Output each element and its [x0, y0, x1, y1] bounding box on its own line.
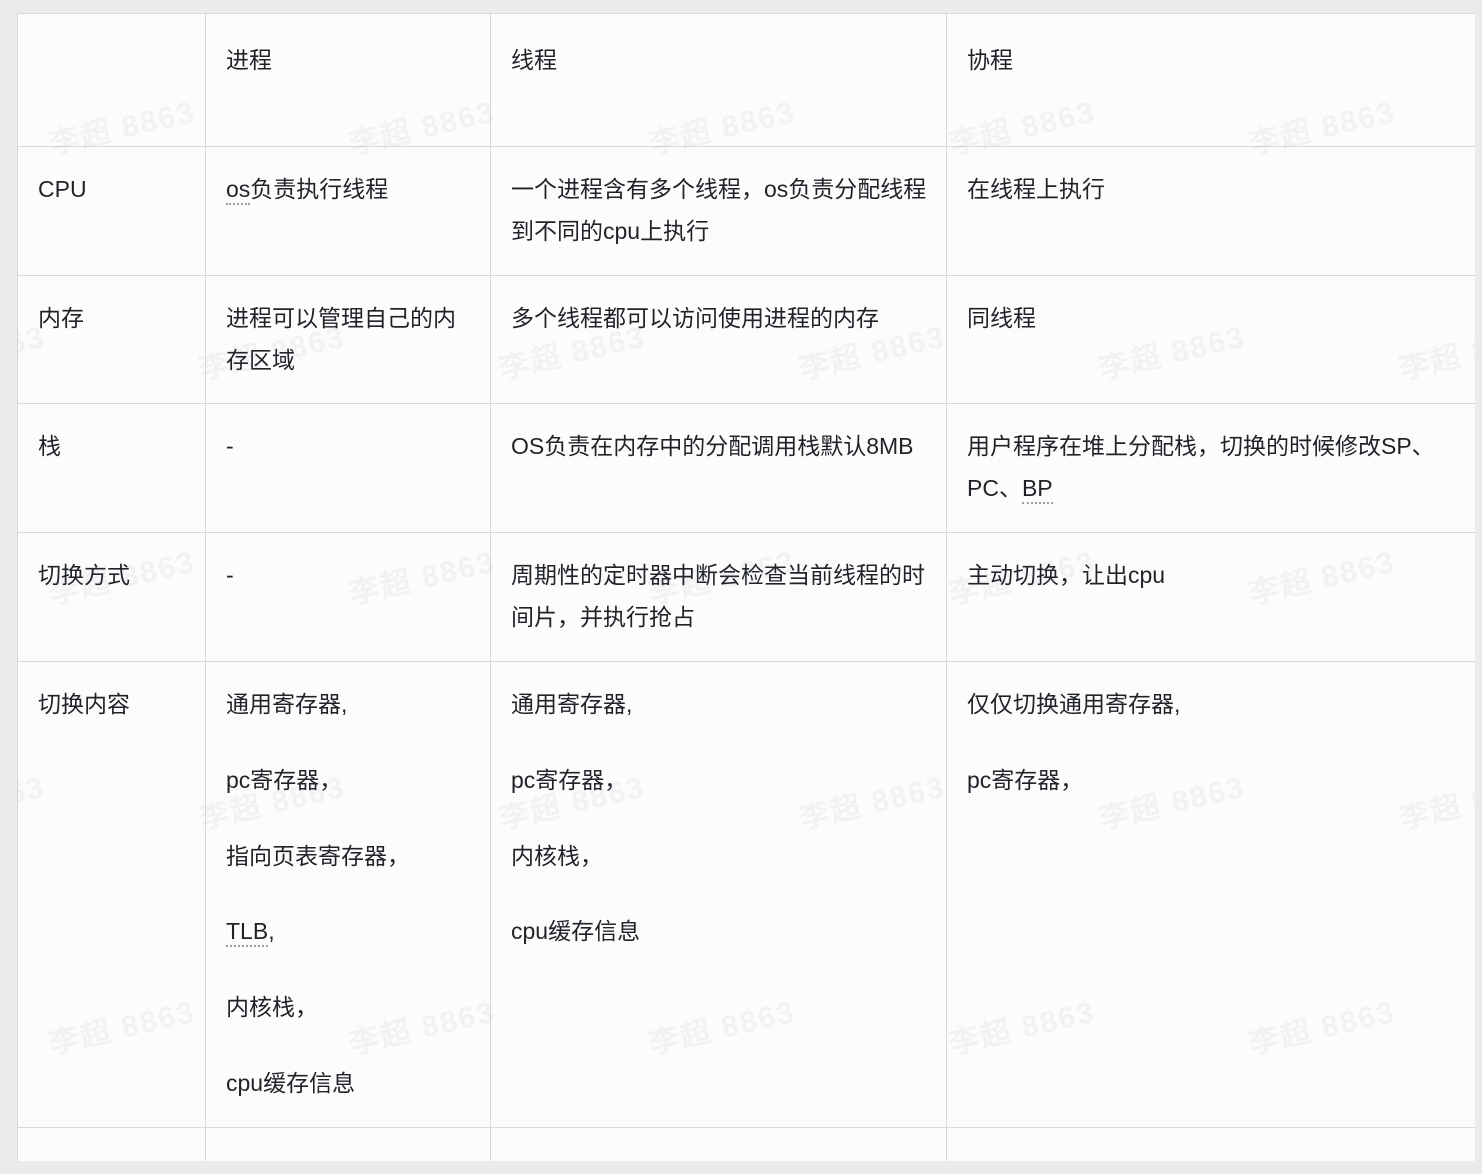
cell-line: 周期性的定时器中断会检查当前线程的时间片，并执行抢占 [511, 562, 925, 631]
cell-coroutine-3: 主动切换，让出cpu [946, 532, 1475, 662]
table-body: CPU os负责执行线程 一个进程含有多个线程，os负责分配线程到不同的cpu上执行… [17, 146, 1475, 1161]
cell-line: pc寄存器， [226, 766, 343, 793]
cell-line: cpu缓存信息 [226, 1070, 356, 1097]
cell-process-2: - [205, 403, 491, 534]
table-row: 切换内容 通用寄存器, pc寄存器， 指向页表寄存器， TLB, 内核栈， cpu缓存信息通… [17, 660, 1475, 1129]
document-sheet: 李超 8863李超 8863李超 8863李超 8863李超 8863李超 88… [17, 13, 1475, 1161]
cell-line: task_struct + 页表 [226, 1154, 472, 1161]
row-label-2: 栈 [17, 403, 206, 534]
cell-line: 一个进程含有多个线程，os负责分配线程到不同的cpu上执行 [511, 176, 927, 244]
cell-thread-4: 通用寄存器, pc寄存器， 内核栈， cpu缓存信息 [490, 660, 947, 1129]
cell-thread-1: 多个线程都可以访问使用进程的内存 [490, 274, 947, 405]
table-row: 栈 - OS负责在内存中的分配调用栈默认8MB 用户程序在堆上分配栈，切换的时候修改S… [17, 403, 1475, 534]
cell-thread-5: task_struct + 页表 [490, 1127, 947, 1161]
cell-process-0: os负责执行线程 [205, 146, 491, 276]
cell-process-4: 通用寄存器, pc寄存器， 指向页表寄存器， TLB, 内核栈， cpu缓存信息 [205, 660, 491, 1129]
cell-line: pc寄存器， [511, 766, 628, 793]
cell-line: - [226, 433, 234, 460]
header-cell-coroutine: 协程 [946, 13, 1475, 147]
cell-line: 多个线程都可以访问使用进程的内存 [511, 304, 879, 331]
cell-process-1: 进程可以管理自己的内存区域 [205, 274, 491, 405]
cell-coroutine-2: 用户程序在堆上分配栈，切换的时候修改SP、PC、BP [946, 403, 1475, 534]
cell-line: 主动切换，让出cpu [967, 562, 1166, 589]
cell-coroutine-0: 在线程上执行 [946, 146, 1475, 276]
row-label-4: 切换内容 [17, 660, 206, 1129]
cell-line: 仅仅切换通用寄存器, [967, 690, 1181, 717]
cell-coroutine-4: 仅仅切换通用寄存器, pc寄存器， [946, 660, 1475, 1129]
spellcheck-underline: TLB [226, 918, 269, 948]
cell-thread-2: OS负责在内存中的分配调用栈默认8MB [490, 403, 947, 534]
cell-line: OS负责在内存中的分配调用栈默认8MB [511, 433, 914, 460]
cell-line: TLB, [226, 911, 472, 953]
page-surface: 李超 8863李超 8863李超 8863李超 8863李超 8863李超 88… [0, 0, 1482, 1174]
table-row: 上下文 task_struct + 页表 task_struct + 页表 运行栈 +… [17, 1127, 1475, 1161]
cell-line: 进程可以管理自己的内存区域 [226, 304, 456, 373]
table-row: 切换方式 - 周期性的定时器中断会检查当前线程的时间片，并执行抢占 主动切换，让出cp… [17, 532, 1475, 662]
cell-coroutine-1: 同线程 [946, 274, 1475, 405]
cell-line: pc寄存器， [967, 766, 1084, 793]
cell-line: 用户程序在堆上分配栈，切换的时候修改SP、PC、BP [967, 426, 1457, 510]
row-label-3: 切换方式 [17, 532, 206, 662]
cell-line: 运行栈 + 寄存器的值 [967, 1154, 1457, 1161]
spellcheck-underline: os [226, 176, 251, 205]
cell-line: task_struct + 页表 [511, 1154, 928, 1161]
cell-line: 内核栈， [226, 994, 318, 1021]
header-cell-thread: 线程 [490, 13, 947, 147]
header-cell-process: 进程 [205, 13, 491, 147]
header-cell-blank [17, 13, 206, 147]
cell-coroutine-5: 运行栈 + 寄存器的值 [946, 1127, 1475, 1161]
cell-thread-0: 一个进程含有多个线程，os负责分配线程到不同的cpu上执行 [490, 146, 947, 276]
table-row: 内存 进程可以管理自己的内存区域 多个线程都可以访问使用进程的内存 同线程 [17, 274, 1475, 405]
cell-process-5: task_struct + 页表 [205, 1127, 491, 1161]
row-label-0: CPU [17, 146, 206, 276]
table-header-row: 进程 线程 协程 [17, 13, 1475, 147]
row-label-1: 内存 [17, 274, 206, 405]
cell-line: cpu缓存信息 [511, 918, 641, 945]
cell-line: os负责执行线程 [226, 169, 472, 211]
cell-process-3: - [205, 532, 491, 662]
table-row: CPU os负责执行线程 一个进程含有多个线程，os负责分配线程到不同的cpu上执行… [17, 146, 1475, 276]
comparison-table: 进程 线程 协程 CPU os负责执行线程 一个进程含有多个线程，os负责分配线程到… [17, 13, 1475, 1161]
cell-line: - [226, 562, 234, 589]
cell-line: 内核栈， [511, 842, 603, 869]
cell-line: 通用寄存器, [511, 690, 633, 717]
cell-line: 同线程 [967, 304, 1036, 331]
cell-line: 指向页表寄存器， [226, 842, 410, 869]
spellcheck-underline: BP [1021, 475, 1053, 505]
cell-line: 在线程上执行 [967, 176, 1105, 202]
cell-thread-3: 周期性的定时器中断会检查当前线程的时间片，并执行抢占 [490, 532, 947, 662]
row-label-5: 上下文 [17, 1127, 206, 1161]
cell-line: 通用寄存器, [226, 690, 348, 717]
